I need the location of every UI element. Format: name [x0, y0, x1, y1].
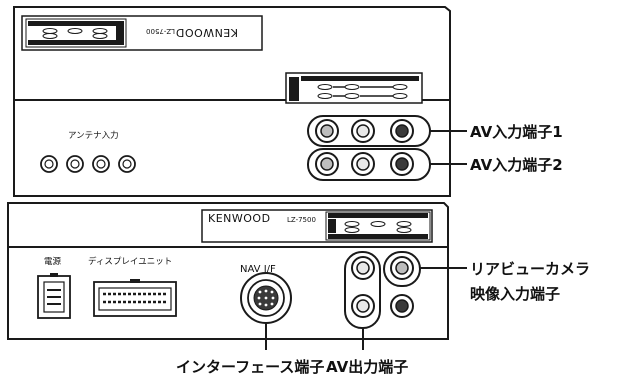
av-input-1-label: AV入力端子1	[470, 123, 563, 141]
model-label-bottom: LZ-7500	[287, 216, 316, 224]
display-unit-connector	[93, 279, 177, 317]
top-right-sticker	[285, 72, 423, 104]
nav-if-connector	[240, 272, 292, 324]
rear-camera-label-line1: リアビューカメラ	[470, 260, 590, 278]
top-unit: KENWOOD LZ-7500 アンテナ入力	[13, 6, 451, 197]
av-output-label: AV出力端子	[326, 358, 408, 376]
connection-diagram: KENWOOD LZ-7500 アンテナ入力 KENWOOD LZ-7500 電…	[7, 6, 590, 376]
rear-camera-label-line2: 映像入力端子	[470, 285, 560, 303]
brand-label-bottom: KENWOOD	[208, 212, 271, 225]
brand-label-top: KENWOOD	[175, 26, 238, 39]
power-label: 電源	[44, 257, 62, 267]
model-label-top: LZ-7500	[146, 27, 175, 35]
bottom-sticker: KENWOOD LZ-7500	[201, 209, 433, 243]
bottom-unit: KENWOOD LZ-7500 電源 ディスプレイユニット NAV I/F	[7, 202, 449, 340]
interface-terminal-label: インターフェース端子	[176, 358, 324, 376]
top-sticker: KENWOOD LZ-7500	[21, 15, 263, 51]
antenna-input-label: アンテナ入力	[68, 130, 119, 141]
display-unit-label: ディスプレイユニット	[88, 256, 172, 267]
power-connector	[37, 273, 71, 319]
av-input-2-label: AV入力端子2	[470, 156, 563, 174]
